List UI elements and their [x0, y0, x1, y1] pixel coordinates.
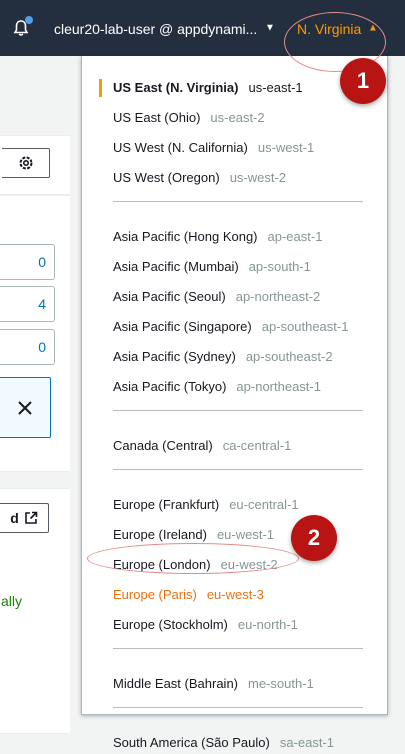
region-item-ap-northeast-1[interactable]: Asia Pacific (Tokyo) ap-northeast-1 — [113, 376, 321, 398]
annotation-badge-2: 2 — [291, 515, 337, 561]
region-item-eu-west-3[interactable]: Europe (Paris) eu-west-3 — [113, 584, 264, 606]
region-item-us-east-2[interactable]: US East (Ohio) us-east-2 — [113, 107, 265, 129]
menu-separator — [113, 201, 363, 202]
region-code: us-west-1 — [257, 140, 315, 155]
count-box[interactable]: 0 — [0, 244, 55, 280]
region-name: Europe (Stockholm) — [113, 617, 228, 632]
region-name: Asia Pacific (Seoul) — [113, 289, 226, 304]
menu-separator — [113, 410, 363, 411]
region-item-us-east-1[interactable]: US East (N. Virginia) us-east-1 — [113, 77, 303, 99]
region-name: Asia Pacific (Hong Kong) — [113, 229, 258, 244]
close-icon — [18, 400, 32, 415]
region-code: ca-central-1 — [222, 438, 292, 453]
region-item-ap-southeast-1[interactable]: Asia Pacific (Singapore) ap-southeast-1 — [113, 316, 348, 338]
region-name: South America (São Paulo) — [113, 735, 270, 750]
region-name: Asia Pacific (Sydney) — [113, 349, 236, 364]
region-name: US West (N. California) — [113, 140, 248, 155]
region-item-ap-northeast-2[interactable]: Asia Pacific (Seoul) ap-northeast-2 — [113, 286, 320, 308]
region-item-sa-east-1[interactable]: South America (São Paulo) sa-east-1 — [113, 732, 334, 754]
caret-down-icon[interactable]: ▼ — [265, 23, 275, 34]
region-dropdown-menu: US East (N. Virginia) us-east-1 US East (O… — [81, 56, 388, 750]
region-name: Asia Pacific (Tokyo) — [113, 379, 227, 394]
region-name: Europe (Frankfurt) — [113, 497, 220, 512]
external-link-icon — [24, 511, 38, 524]
region-item-eu-north-1[interactable]: Europe (Stockholm) eu-north-1 — [113, 614, 298, 636]
menu-separator — [113, 469, 363, 470]
count-box[interactable]: 0 — [0, 329, 55, 365]
region-name: Europe (Ireland) — [113, 527, 207, 542]
count-value: 0 — [38, 339, 46, 355]
region-code: ap-east-1 — [267, 229, 323, 244]
status-text: ally — [1, 593, 23, 609]
gear-icon — [19, 156, 32, 170]
button-label: d — [10, 510, 19, 526]
region-code: ap-northeast-2 — [235, 289, 321, 304]
selected-indicator — [99, 79, 102, 97]
region-code: us-east-2 — [210, 110, 265, 125]
region-item-ap-southeast-2[interactable]: Asia Pacific (Sydney) ap-southeast-2 — [113, 346, 333, 368]
region-code: us-west-2 — [229, 170, 287, 185]
count-value: 0 — [38, 254, 46, 270]
annotation-badge-1: 1 — [340, 58, 386, 104]
region-code: sa-east-1 — [279, 735, 335, 750]
region-code: eu-west-3 — [206, 587, 264, 602]
region-code: eu-west-1 — [216, 527, 275, 542]
region-name: Asia Pacific (Mumbai) — [113, 259, 239, 274]
region-item-me-south-1[interactable]: Middle East (Bahrain) me-south-1 — [113, 673, 314, 695]
region-name: Middle East (Bahrain) — [113, 676, 238, 691]
region-code: us-east-1 — [248, 80, 303, 95]
count-value: 4 — [38, 296, 46, 312]
menu-separator — [113, 707, 363, 708]
region-code: ap-south-1 — [248, 259, 311, 274]
region-name: US West (Oregon) — [113, 170, 220, 185]
annotation-ellipse-paris — [87, 543, 299, 574]
region-name: US East (N. Virginia) — [113, 80, 239, 95]
region-item-us-west-1[interactable]: US West (N. California) us-west-1 — [113, 137, 314, 159]
region-code: eu-central-1 — [229, 497, 299, 512]
region-item-us-west-2[interactable]: US West (Oregon) us-west-2 — [113, 167, 286, 189]
count-box[interactable]: 4 — [0, 286, 55, 322]
region-code: ap-southeast-2 — [245, 349, 333, 364]
bell-icon[interactable] — [12, 16, 33, 37]
region-item-ca-central-1[interactable]: Canada (Central) ca-central-1 — [113, 435, 291, 457]
region-code: ap-southeast-1 — [261, 319, 349, 334]
region-code: eu-north-1 — [237, 617, 298, 632]
region-code: ap-northeast-1 — [236, 379, 321, 394]
region-name: US East (Ohio) — [113, 110, 201, 125]
settings-button[interactable] — [2, 148, 50, 178]
region-item-ap-east-1[interactable]: Asia Pacific (Hong Kong) ap-east-1 — [113, 226, 322, 248]
account-menu[interactable]: cleur20-lab-user @ appdynami... — [54, 19, 257, 39]
menu-separator — [113, 648, 363, 649]
region-code: me-south-1 — [248, 676, 314, 691]
dismiss-button[interactable] — [0, 377, 51, 438]
region-name: Asia Pacific (Singapore) — [113, 319, 252, 334]
region-item-eu-central-1[interactable]: Europe (Frankfurt) eu-central-1 — [113, 494, 299, 516]
region-name: Canada (Central) — [113, 438, 213, 453]
external-link-button[interactable]: d — [0, 503, 49, 533]
region-item-ap-south-1[interactable]: Asia Pacific (Mumbai) ap-south-1 — [113, 256, 311, 278]
region-name: Europe (Paris) — [113, 587, 197, 602]
notification-dot — [25, 16, 33, 24]
